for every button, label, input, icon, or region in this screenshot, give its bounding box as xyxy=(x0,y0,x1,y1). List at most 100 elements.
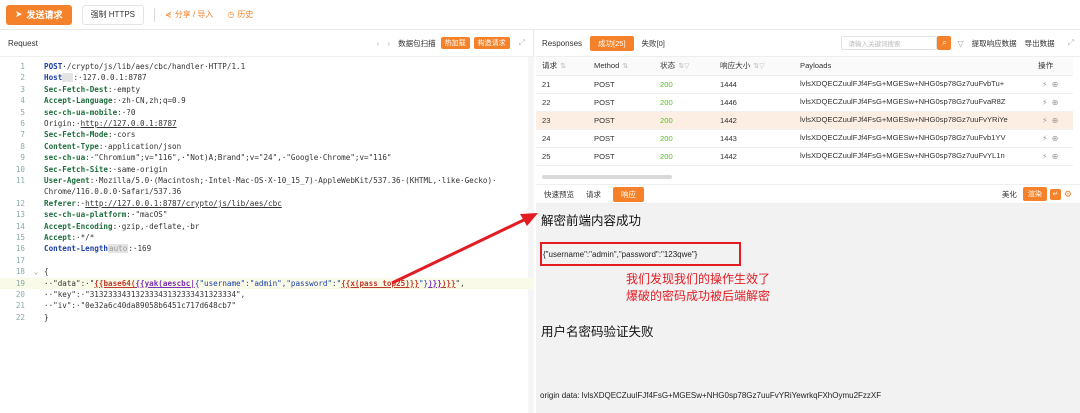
build-request-button[interactable]: 构造请求 xyxy=(473,37,510,49)
code-token: {{x(pass_top25)}} xyxy=(341,278,419,288)
code-token: Accept-Language xyxy=(44,96,113,106)
size-cell: 1442 xyxy=(714,147,794,166)
expand-icon[interactable]: ⤢ xyxy=(519,38,525,48)
tab-quick-preview[interactable]: 快速预览 xyxy=(544,189,574,200)
code-line[interactable]: 4 Accept-Language:·zh-CN,zh;q=0.9 xyxy=(0,95,534,106)
tab-fail[interactable]: 失败[0] xyxy=(642,38,665,49)
code-token: POST xyxy=(44,62,63,71)
table-row[interactable]: 25 POST 200 1442 lvlsXDQECZuulFJf4FsG+MGESw+… xyxy=(536,147,1073,166)
code-line[interactable]: 7 Sec-Fetch-Mode:·cors xyxy=(0,129,534,140)
code-token: http://127.0.0.1:8787 xyxy=(80,119,177,128)
code-line[interactable]: 11 User-Agent:·Mozilla/5.0·(Macintosh;·In… xyxy=(0,175,534,186)
lightning-icon[interactable]: ⚡ xyxy=(1038,134,1048,143)
method-cell: POST xyxy=(588,129,654,148)
arrow-circle-icon[interactable]: ⊕ xyxy=(1048,98,1059,107)
arrow-circle-icon[interactable]: ⊕ xyxy=(1048,80,1059,89)
code-token: :·zh-CN,zh;q=0.9 xyxy=(112,96,186,106)
horizontal-scrollbar[interactable] xyxy=(542,175,672,179)
code-line[interactable]: 14 Accept-Encoding:·gzip,·deflate,·br xyxy=(0,221,534,232)
expand-icon[interactable]: ⤢ xyxy=(1068,38,1074,48)
beautify-button[interactable]: 美化 xyxy=(1002,189,1017,200)
tab-success[interactable]: 成功[25] xyxy=(590,35,634,51)
send-request-button[interactable]: ➤ 发送请求 xyxy=(6,4,72,25)
responses-title: Responses xyxy=(542,38,583,48)
code-line[interactable]: 19 ··"data":·" {{base64({{yak(aescbc| {"use… xyxy=(0,277,534,289)
line-number: 19 xyxy=(15,278,25,288)
code-line[interactable]: 6 Origin:· http://127.0.0.1:8787 xyxy=(0,118,534,129)
request-panel: Request ‹ › 数据包扫描 热加载 构造请求 ⤢ 1 POST ·/cryp… xyxy=(0,30,534,413)
filter-icon[interactable]: ▽ xyxy=(957,39,963,48)
lightning-icon[interactable]: ⚡ xyxy=(1038,116,1048,125)
history-label: 历史 xyxy=(237,10,254,19)
payload-text: lvlsXDQECZuulFJf4FsG+MGESw+NHG0sp78Gz7uu… xyxy=(800,78,1005,88)
request-header: Request ‹ › 数据包扫描 热加载 构造请求 ⤢ xyxy=(0,30,533,57)
send-icon: ➤ xyxy=(15,9,23,19)
response-render: 解密前端内容成功 {"username":"admin","password":… xyxy=(536,204,1080,413)
table-row[interactable]: 23 POST 200 1442 lvlsXDQECZuulFJf4FsG+MGESw+… xyxy=(536,111,1073,130)
search-icon[interactable]: ⌕ xyxy=(937,36,952,50)
code-line[interactable]: Chrome/116.0.0.0·Safari/537.36 xyxy=(0,186,534,197)
render-button[interactable]: 渲染 xyxy=(1022,187,1047,201)
packet-scan-button[interactable]: 数据包扫描 xyxy=(398,38,436,49)
code-line[interactable]: 10 Sec-Fetch-Site:·same-origin xyxy=(0,164,534,175)
request-code-editor[interactable]: 1 POST ·/crypto/js/lib/aes/cbc/handler·HTT… xyxy=(0,57,534,413)
code-line[interactable]: 18 ⌄{ xyxy=(0,266,534,277)
code-line[interactable]: 16 Content-Length auto:·169 xyxy=(0,243,534,254)
lightning-icon[interactable]: ⚡ xyxy=(1038,152,1048,161)
code-token: :·169 xyxy=(128,244,152,254)
arrow-circle-icon[interactable]: ⊕ xyxy=(1048,116,1059,125)
code-token: ··"data":·" xyxy=(44,278,95,288)
code-token: {"username":"admin","password":" xyxy=(194,278,342,288)
line-number: 22 xyxy=(15,312,25,322)
line-number: 4 xyxy=(20,96,25,106)
code-line[interactable]: 15 Accept:·*/* xyxy=(0,232,534,243)
code-token: :·?0 xyxy=(117,107,136,117)
code-line[interactable]: 13 sec-ch-ua-platform:·"macOS" xyxy=(0,209,534,220)
line-number: 15 xyxy=(15,233,25,242)
history-button[interactable]: ◷ 历史 xyxy=(227,9,253,20)
code-line[interactable]: 9 sec-ch-ua:·"Chromium";v="116",·"Not)A;B… xyxy=(0,152,534,163)
status-cell: 200 xyxy=(654,93,714,112)
fold-chevron-icon[interactable]: ⌄ xyxy=(28,267,44,276)
share-import-button[interactable]: ⋞ 分享 / 导入 xyxy=(165,9,213,20)
code-line[interactable]: 1 POST ·/crypto/js/lib/aes/cbc/handler·HTT… xyxy=(0,61,534,72)
code-line[interactable]: 22} xyxy=(0,312,534,323)
arrow-circle-icon[interactable]: ⊕ xyxy=(1048,134,1059,143)
col-size[interactable]: 响应大小 ⇅▽ xyxy=(714,57,794,76)
col-method[interactable]: Method ⇅ xyxy=(588,57,654,76)
search-input[interactable]: 请输入关键词搜索 xyxy=(841,36,938,50)
lightning-icon[interactable]: ⚡ xyxy=(1038,98,1048,107)
next-arrow-icon[interactable]: › xyxy=(387,39,390,48)
decrypt-success-heading: 解密前端内容成功 xyxy=(541,214,642,228)
code-line[interactable]: 12 Referer:· http://127.0.0.1:8787/crypto/… xyxy=(0,198,534,209)
code-token: http://127.0.0.1:8787/crypto/js/lib/aes/… xyxy=(85,198,282,208)
tab-response[interactable]: 响应 xyxy=(613,186,644,202)
line-number: 5 xyxy=(20,107,25,117)
prev-arrow-icon[interactable]: ‹ xyxy=(377,39,380,48)
hot-load-button[interactable]: 热加载 xyxy=(440,37,470,49)
col-id[interactable]: 请求 ⇅ xyxy=(536,57,588,76)
code-line[interactable]: 21 ··"iv":·"0e32a6c40da89058b6451c717d648… xyxy=(0,300,534,311)
code-token: sec-ch-ua-mobile xyxy=(44,107,118,117)
code-token: "} xyxy=(418,278,429,288)
wrap-icon[interactable]: ↵ xyxy=(1049,188,1061,200)
arrow-circle-icon[interactable]: ⊕ xyxy=(1048,152,1059,161)
code-token: Sec-Fetch-Site xyxy=(44,164,109,174)
code-line[interactable]: 20 ··"key":·"3132333431323334313233343132… xyxy=(0,289,534,300)
gear-icon[interactable]: ⚙ xyxy=(1064,189,1072,200)
tab-request[interactable]: 请求 xyxy=(586,189,601,200)
table-row[interactable]: 24 POST 200 1443 lvlsXDQECZuulFJf4FsG+MGESw+… xyxy=(536,129,1073,148)
extract-data-button[interactable]: 提取响应数据 xyxy=(972,38,1017,49)
table-row[interactable]: 21 POST 200 1444 lvlsXDQECZuulFJf4FsG+MGESw+… xyxy=(536,75,1073,94)
table-row[interactable]: 22 POST 200 1446 lvlsXDQECZuulFJf4FsG+MGESw+… xyxy=(536,93,1073,112)
code-line[interactable]: 8 Content-Type:·application/json xyxy=(0,141,534,152)
code-line[interactable]: 5 sec-ch-ua-mobile:·?0 xyxy=(0,107,534,118)
lightning-icon[interactable]: ⚡ xyxy=(1038,80,1048,89)
code-token: {{yak(aescbc| xyxy=(135,278,195,288)
col-status[interactable]: 状态 ⇅▽ xyxy=(654,57,714,76)
force-https-button[interactable]: 强制 HTTPS xyxy=(81,4,145,25)
export-data-button[interactable]: 导出数据 xyxy=(1025,38,1055,49)
code-line[interactable]: 2 Host :·127.0.0.1:8787 xyxy=(0,72,534,83)
code-line[interactable]: 17 xyxy=(0,255,534,266)
code-line[interactable]: 3 Sec-Fetch-Dest:·empty xyxy=(0,84,534,95)
